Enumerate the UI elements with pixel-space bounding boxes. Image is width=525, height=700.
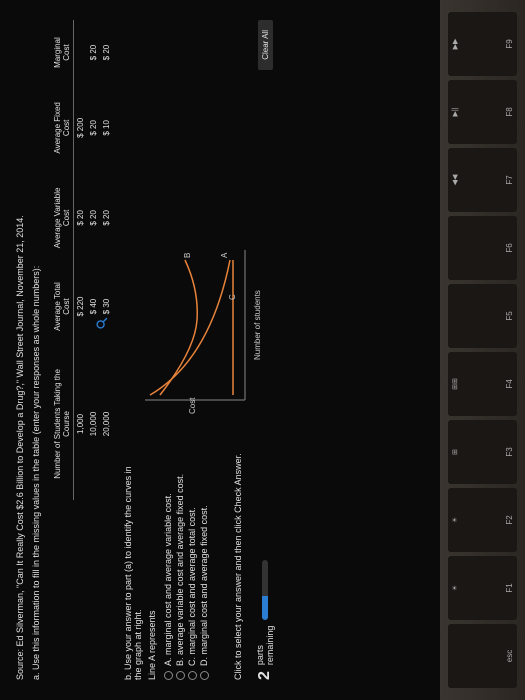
key-esc[interactable]: esc <box>448 624 517 688</box>
line-a-prompt: Line A represents <box>147 460 157 680</box>
key-f1[interactable]: ☀F1 <box>448 556 517 620</box>
key-f4[interactable]: ⊞⊞F4 <box>448 352 517 416</box>
radio-icon <box>176 671 185 680</box>
svg-text:B: B <box>183 253 192 258</box>
keyboard-fn-row: esc ☀F1 ☀F2 ⊞F3 ⊞⊞F4 F5 F6 ◀◀F7 ▶||F8 ▶▶… <box>440 0 525 700</box>
magnify-icon[interactable] <box>95 316 109 330</box>
svg-text:A: A <box>220 252 229 258</box>
th-afc: Average Fixed Cost <box>51 85 74 170</box>
clear-all-button[interactable]: Clear All <box>258 20 273 70</box>
parts-number: 2 <box>256 671 274 680</box>
key-f3[interactable]: ⊞F3 <box>448 420 517 484</box>
th-atc: Average Total Cost <box>51 265 74 348</box>
radio-icon <box>188 671 197 680</box>
key-f7[interactable]: ◀◀F7 <box>448 148 517 212</box>
content-screen: Source: Ed Silverman, "Can It Really Cos… <box>0 0 440 700</box>
part-a-instruction: a. Use this information to fill in the m… <box>31 20 41 680</box>
radio-icon <box>200 671 209 680</box>
key-f5[interactable]: F5 <box>448 284 517 348</box>
svg-text:C: C <box>228 294 237 300</box>
ylabel: Cost <box>188 397 197 414</box>
table-row: 20,000 $ 30 $ 20 $ 10 $ 20 <box>100 20 113 500</box>
key-f9[interactable]: ▶▶F9 <box>448 12 517 76</box>
part-b-text: b. Use your answer to part (a) to identi… <box>123 460 143 680</box>
cost-curves-chart: Cost Number of students A B C <box>135 240 265 420</box>
progress-bar <box>262 560 268 620</box>
table-row: 10,000 $ 40 $ 20 $ 20 $ 20 <box>87 20 100 500</box>
source-citation: Source: Ed Silverman, "Can It Really Cos… <box>15 20 25 680</box>
key-f8[interactable]: ▶||F8 <box>448 80 517 144</box>
radio-icon <box>164 671 173 680</box>
table-row: 1,000 $ 220 $ 20 $ 200 <box>74 20 88 500</box>
th-avc: Average Variable Cost <box>51 171 74 266</box>
cost-table: Number of Students Taking the Course Ave… <box>51 20 113 500</box>
th-mc: Marginal Cost <box>51 20 74 85</box>
key-f6[interactable]: F6 <box>448 216 517 280</box>
xlabel: Number of students <box>253 290 262 360</box>
key-f2[interactable]: ☀F2 <box>448 488 517 552</box>
th-students: Number of Students Taking the Course <box>51 348 74 500</box>
